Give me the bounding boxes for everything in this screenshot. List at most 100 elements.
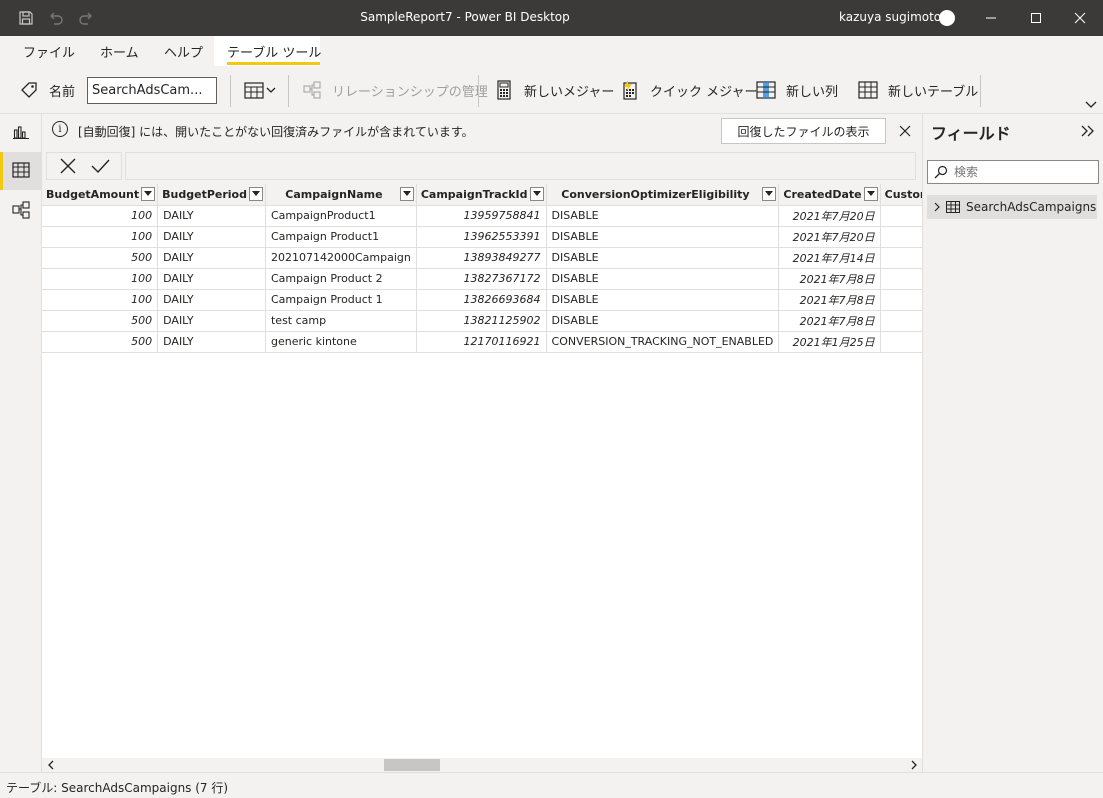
table-name-input[interactable] (87, 77, 217, 104)
table-cell[interactable]: DAILY (157, 331, 266, 353)
table-cell[interactable]: DAILY (157, 247, 266, 269)
table-cell[interactable]: 500 (42, 310, 159, 332)
scroll-right-icon[interactable] (907, 758, 921, 772)
table-cell[interactable]: 202107142000Campaign (265, 247, 417, 269)
tab-help[interactable]: ヘルプ (164, 42, 203, 61)
table-cell[interactable]: 13827367172 (416, 268, 547, 290)
tab-table-tools[interactable]: テーブル ツール (227, 42, 321, 61)
table-cell[interactable] (880, 226, 922, 248)
quick-measure-button[interactable]: クイック メジャー (620, 80, 757, 100)
new-table-button[interactable]: 新しいテーブル (858, 80, 978, 100)
table-cell[interactable]: Campaign Product1 (265, 226, 417, 248)
table-cell[interactable]: DAILY (157, 205, 266, 227)
table-cell[interactable]: DISABLE (546, 268, 780, 290)
filter-dropdown-icon[interactable] (863, 187, 878, 201)
commit-formula-icon[interactable] (82, 152, 118, 180)
table-row: 500 DAILY test camp 13821125902 DISABLE 2021年… (42, 310, 922, 332)
view-switcher (0, 114, 42, 772)
table-cell[interactable]: 500 (42, 331, 159, 353)
table-cell[interactable]: 2021年7月8日 (778, 289, 881, 311)
column-header[interactable]: ConversionOptimizerEligibility (546, 184, 780, 206)
report-view-button[interactable] (0, 114, 42, 152)
table-cell[interactable]: DISABLE (546, 205, 780, 227)
maximize-button[interactable] (1013, 0, 1059, 36)
show-recovered-files-button[interactable]: 回復したファイルの表示 (721, 118, 886, 144)
table-cell[interactable]: 13962553391 (416, 226, 547, 248)
horizontal-scrollbar[interactable] (42, 758, 922, 772)
table-cell[interactable]: generic kintone (265, 331, 417, 353)
table-cell[interactable]: 2021年7月14日 (778, 247, 881, 269)
table-cell[interactable] (880, 310, 922, 332)
column-header[interactable]: BudgetAmount (42, 184, 159, 206)
mark-as-date-table-button[interactable] (244, 80, 276, 100)
scroll-left-icon[interactable] (44, 758, 58, 772)
table-cell[interactable]: 12170116921 (416, 331, 547, 353)
column-header[interactable]: CampaignTrackId (416, 184, 547, 206)
minimize-button[interactable] (968, 0, 1014, 36)
filter-dropdown-icon[interactable] (529, 187, 544, 201)
cancel-formula-icon[interactable] (50, 152, 86, 180)
column-header[interactable]: BudgetPeriod (157, 184, 266, 206)
table-cell[interactable]: test camp (265, 310, 417, 332)
table-cell[interactable]: 13826693684 (416, 289, 547, 311)
close-button[interactable] (1057, 0, 1103, 36)
table-cell[interactable]: CONVERSION_TRACKING_NOT_ENABLED (546, 331, 780, 353)
column-header[interactable]: CreatedDate (778, 184, 881, 206)
table-cell[interactable] (880, 247, 922, 269)
table-cell[interactable]: DAILY (157, 310, 266, 332)
table-cell[interactable]: 13821125902 (416, 310, 547, 332)
column-header[interactable]: CustomParametersIsRen (880, 184, 922, 206)
table-cell[interactable]: Campaign Product 1 (265, 289, 417, 311)
table-cell[interactable] (880, 331, 922, 353)
table-cell[interactable] (880, 205, 922, 227)
table-cell[interactable]: 100 (42, 289, 159, 311)
filter-dropdown-icon[interactable] (399, 187, 414, 201)
table-cell[interactable]: 2021年7月20日 (778, 226, 881, 248)
filter-dropdown-icon[interactable] (762, 187, 777, 201)
search-icon (934, 165, 948, 182)
table-cell[interactable]: 2021年7月8日 (778, 268, 881, 290)
close-icon[interactable] (896, 122, 914, 140)
user-name[interactable]: kazuya sugimoto (839, 10, 941, 24)
table-cell[interactable]: DISABLE (546, 226, 780, 248)
table-cell[interactable]: CampaignProduct1 (265, 205, 417, 227)
chevron-right-icon[interactable] (930, 202, 944, 212)
table-cell[interactable]: DISABLE (546, 310, 780, 332)
new-measure-button[interactable]: 新しいメジャー (494, 80, 614, 100)
data-view-button[interactable] (0, 152, 42, 190)
collapse-pane-icon[interactable] (1079, 122, 1097, 140)
formula-input[interactable] (125, 152, 916, 180)
filter-dropdown-icon[interactable] (248, 187, 263, 201)
search-input[interactable] (954, 163, 1094, 181)
column-header[interactable]: CampaignName (265, 184, 417, 206)
table-cell[interactable]: 2021年7月20日 (778, 205, 881, 227)
ribbon-expand-icon[interactable] (1085, 98, 1097, 112)
table-cell[interactable]: 2021年1月25日 (778, 331, 881, 353)
field-table-item[interactable]: SearchAdsCampaigns (927, 195, 1097, 219)
filter-dropdown-icon[interactable] (141, 187, 156, 201)
tab-home[interactable]: ホーム (100, 42, 139, 61)
new-column-button[interactable]: 新しい列 (756, 80, 838, 100)
manage-relationships-button[interactable]: リレーションシップの管理 (302, 80, 488, 100)
table-cell[interactable]: Campaign Product 2 (265, 268, 417, 290)
table-cell[interactable]: 500 (42, 247, 159, 269)
table-cell[interactable]: 13893849277 (416, 247, 547, 269)
table-cell[interactable] (880, 268, 922, 290)
table-cell[interactable]: 100 (42, 226, 159, 248)
table-cell[interactable]: 100 (42, 268, 159, 290)
table-cell[interactable]: DAILY (157, 268, 266, 290)
table-cell[interactable]: DISABLE (546, 289, 780, 311)
avatar[interactable] (939, 10, 955, 26)
model-view-button[interactable] (0, 192, 42, 230)
quick-measure-label: クイック メジャー (650, 84, 758, 100)
tab-file[interactable]: ファイル (23, 42, 75, 61)
formula-bar (46, 152, 918, 180)
table-cell[interactable]: DISABLE (546, 247, 780, 269)
table-cell[interactable] (880, 289, 922, 311)
table-cell[interactable]: 2021年7月8日 (778, 310, 881, 332)
scrollbar-thumb[interactable] (384, 759, 440, 771)
table-cell[interactable]: DAILY (157, 226, 266, 248)
table-cell[interactable]: 100 (42, 205, 159, 227)
table-cell[interactable]: DAILY (157, 289, 266, 311)
table-cell[interactable]: 13959758841 (416, 205, 547, 227)
